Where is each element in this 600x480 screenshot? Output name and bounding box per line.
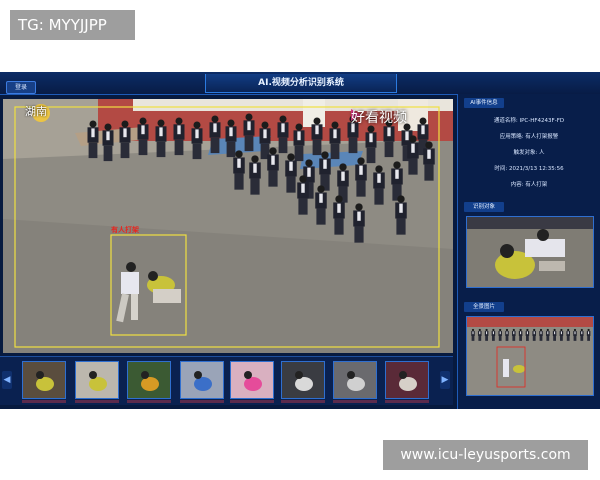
title-bar: 登录 AI.视频分析识别系统	[0, 72, 600, 95]
app-title: AI.视频分析识别系统	[205, 74, 397, 93]
thumbnail-caption	[180, 400, 224, 403]
target-section-title: 识别对象	[464, 202, 504, 212]
event-section-title: AI事件信息	[464, 98, 504, 108]
thumbnail-caption	[127, 400, 171, 403]
thumbnail-8[interactable]	[385, 361, 429, 399]
thumbnail-caption	[385, 400, 429, 403]
channel-name: 通道名称: IPC-HF4243F-FD	[493, 118, 565, 124]
app-strategy: 应用策略: 有人打架报警	[499, 134, 559, 140]
thumbnail-7[interactable]	[333, 361, 377, 399]
thumbnail-caption	[333, 400, 377, 403]
chevron-right-icon[interactable]: ▶	[440, 371, 450, 389]
thumbnail-6[interactable]	[281, 361, 325, 399]
thumbnail-5[interactable]	[230, 361, 274, 399]
thumbnail-1[interactable]	[22, 361, 66, 399]
watermark-bottom: www.icu-leyusports.com	[383, 440, 588, 470]
thumbnail-2[interactable]	[75, 361, 119, 399]
scene-image[interactable]	[466, 316, 594, 396]
brand-watermark: 好看视频	[351, 110, 407, 126]
thumbnail-3[interactable]	[127, 361, 171, 399]
chevron-left-icon[interactable]: ◀	[2, 371, 12, 389]
detection-label: 有人打架	[111, 226, 139, 234]
event-info-panel: AI事件信息 通道名称: IPC-HF4243F-FD 应用策略: 有人打架报警…	[457, 94, 600, 409]
scene-section-title: 全景图片	[464, 302, 504, 312]
video-scene	[3, 99, 453, 353]
thumbnail-caption	[230, 400, 274, 403]
trigger-object: 触发对象: 人	[513, 150, 545, 156]
thumbnail-caption	[75, 400, 119, 403]
login-button[interactable]: 登录	[6, 81, 36, 94]
channel-logo: 湖南	[25, 105, 47, 118]
watermark-top: TG: MYYJJPP	[10, 10, 135, 40]
thumbnail-caption	[22, 400, 66, 403]
thumbnail-caption	[281, 400, 325, 403]
thumbnail-strip: ◀ ▶	[0, 356, 453, 405]
thumbnail-4[interactable]	[180, 361, 224, 399]
event-content: 内容: 有人打架	[510, 182, 548, 188]
event-time: 时间: 2021/3/13 12:35:56	[494, 166, 564, 172]
ai-video-analysis-app: 登录 AI.视频分析识别系统 湖南 好看视频 有人打架 ◀ ▶ AI事件信息 通…	[0, 72, 600, 409]
video-feed[interactable]: 湖南 好看视频 有人打架	[3, 99, 453, 353]
target-image[interactable]	[466, 216, 594, 288]
